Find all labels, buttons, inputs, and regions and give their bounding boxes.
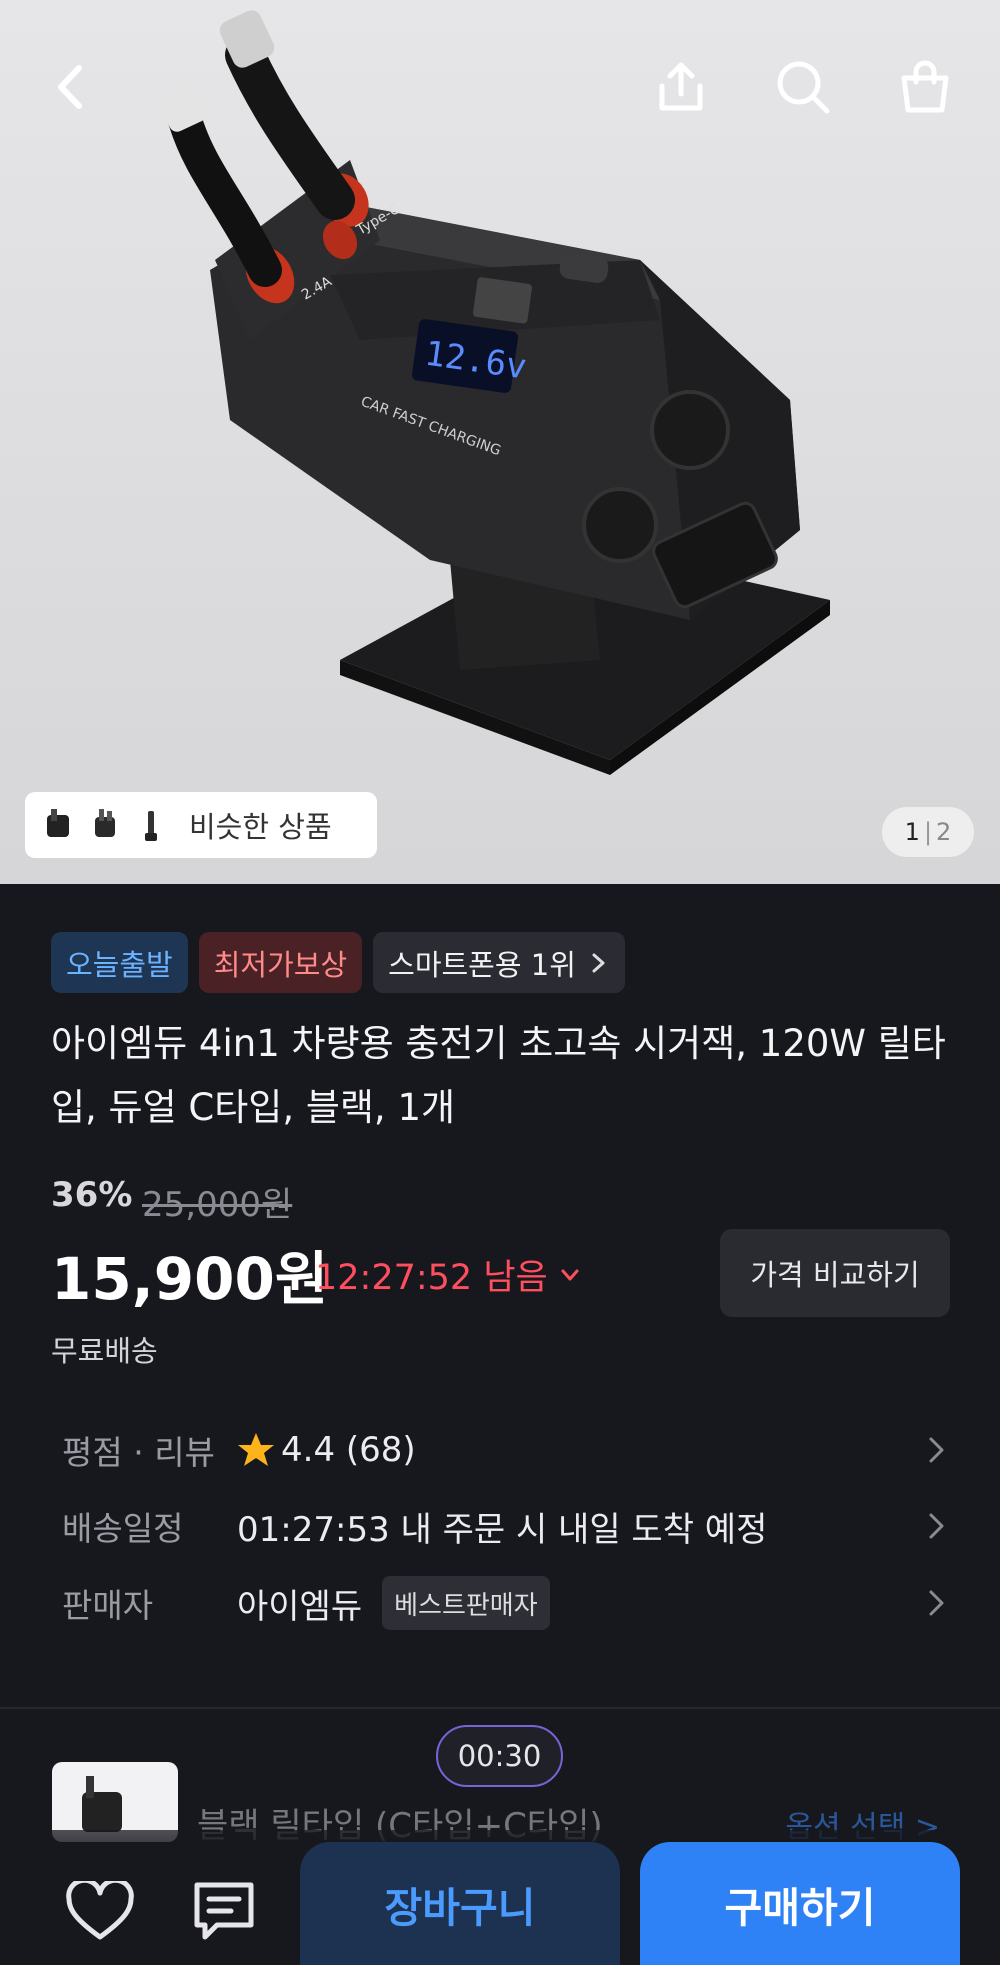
rank-badge[interactable]: 스마트폰용 1위	[373, 932, 625, 993]
rating-row[interactable]: 평점 · 리뷰 4.4 (68)	[62, 1420, 948, 1480]
chevron-right-icon	[929, 1513, 944, 1539]
similar-thumb-2	[95, 809, 115, 837]
rating-key: 평점 · 리뷰	[62, 1433, 215, 1472]
original-price: 25,000원	[142, 1185, 293, 1225]
share-icon	[659, 62, 703, 111]
sale-timer[interactable]: 12:27:52 남음	[315, 1249, 582, 1300]
search-button[interactable]	[768, 52, 838, 122]
similar-products-button[interactable]: 비슷한 상품	[25, 792, 377, 858]
seller-row[interactable]: 판매자 아이엠듀 베스트판매자	[62, 1573, 948, 1633]
chevron-left-icon	[58, 65, 82, 109]
lowest-price-badge: 최저가보상	[198, 932, 363, 993]
heart-icon	[66, 1881, 134, 1940]
chevron-right-icon	[592, 953, 605, 972]
best-seller-badge: 베스트판매자	[382, 1576, 550, 1630]
shipping-info: 무료배송	[51, 1334, 158, 1368]
star-icon	[238, 1433, 274, 1466]
back-button[interactable]	[34, 52, 104, 122]
product-photo: 12.6v CAR FAST CHARGING Type-C 2.4A	[157, 10, 830, 775]
rank-label: 스마트폰용 1위	[388, 947, 576, 982]
delivery-key: 배송일정	[62, 1509, 184, 1548]
wishlist-button[interactable]	[60, 1872, 140, 1952]
pager-total: 2	[936, 818, 952, 846]
pager-current: 1	[904, 818, 920, 846]
delivery-row[interactable]: 배송일정 01:27:53 내 주문 시 내일 도착 예정	[62, 1496, 948, 1556]
search-icon	[777, 61, 830, 114]
product-title: 아이엠듀 4in1 차량용 충전기 초고속 시거잭, 120W 릴타입, 듀얼 …	[51, 1022, 946, 1129]
sale-timer-text: 12:27:52 남음	[315, 1258, 548, 1298]
product-image-gallery[interactable]: 12.6v CAR FAST CHARGING Type-C 2.4A 비슷한 …	[0, 0, 1000, 884]
similar-label: 비슷한 상품	[189, 810, 332, 844]
chevron-down-icon	[561, 1269, 579, 1280]
image-pager: 1 | 2	[882, 807, 974, 857]
chevron-right-icon	[929, 1590, 944, 1616]
today-ship-badge: 오늘출발	[51, 932, 188, 993]
similar-thumb-3	[145, 811, 157, 841]
pager-separator: |	[923, 818, 933, 846]
seller-key: 판매자	[62, 1586, 154, 1625]
inquiry-button[interactable]	[184, 1872, 264, 1952]
similar-thumb-1	[47, 809, 69, 837]
buy-now-button[interactable]: 구매하기	[640, 1842, 960, 1965]
price-compare-button[interactable]: 가격 비교하기	[720, 1229, 950, 1317]
sale-price: 15,900원	[51, 1245, 329, 1313]
discount-rate: 36%	[51, 1175, 133, 1215]
section-divider	[0, 1707, 1000, 1709]
add-to-cart-button[interactable]: 장바구니	[300, 1842, 620, 1965]
delivery-value: 01:27:53 내 주문 시 내일 도착 예정	[237, 1509, 768, 1550]
shopping-bag-icon	[901, 60, 949, 113]
countdown-pill: 00:30	[436, 1725, 563, 1787]
chevron-right-icon	[929, 1437, 944, 1463]
seller-name: 아이엠듀	[237, 1586, 363, 1627]
chat-icon	[194, 1882, 254, 1940]
share-button[interactable]	[646, 52, 716, 122]
similar-thumbnails	[39, 805, 171, 845]
cart-bag-button[interactable]	[890, 52, 960, 122]
rating-value: 4.4 (68)	[281, 1430, 416, 1470]
badge-row: 오늘출발 최저가보상 스마트폰용 1위	[51, 932, 625, 993]
